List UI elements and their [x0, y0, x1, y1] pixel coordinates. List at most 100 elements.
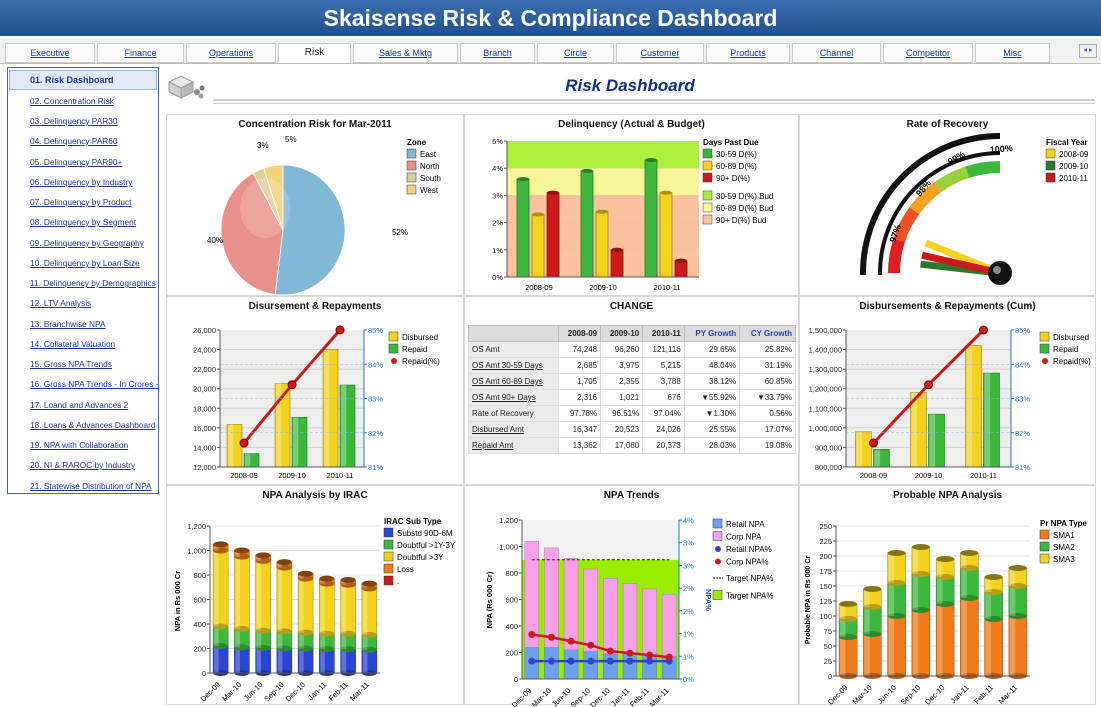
- stacked-bar-segment: [622, 583, 638, 655]
- legend-entry: North: [420, 162, 440, 171]
- row-label-link[interactable]: Repaid Amt: [468, 437, 559, 454]
- sidebar-item[interactable]: 21. Statewise Distribution of NPA: [30, 481, 158, 491]
- sidebar-item[interactable]: 18. Loans & Advances Dashboard: [30, 420, 158, 430]
- tab-finance[interactable]: Finance: [97, 43, 184, 63]
- sidebar-item[interactable]: 03. Delinquency PAR30: [30, 116, 158, 126]
- row-label-link[interactable]: Disbursed Amt: [468, 421, 559, 438]
- bar-highlight: [856, 431, 863, 467]
- recovery-gauge-chart: 97%98%99%100%Fiscal Year2008-092009-1020…: [859, 133, 1089, 285]
- legend-swatch: [712, 531, 723, 541]
- sidebar-item[interactable]: 09. Delinquency by Geography: [30, 238, 158, 248]
- bar-highlight: [985, 619, 992, 676]
- bar-highlight: [228, 424, 234, 467]
- tick-label: 150: [819, 582, 832, 591]
- category-label: Sep-10: [899, 683, 922, 706]
- sidebar-item[interactable]: 13. Branchwise NPA: [30, 319, 158, 329]
- bar-cap: [645, 158, 657, 163]
- tab-customer[interactable]: Customer: [616, 43, 704, 63]
- sidebar-item[interactable]: 14. Collateral Valuation: [30, 339, 158, 349]
- dashboard-icon: [167, 70, 207, 100]
- category-label: Jan-11: [306, 680, 328, 702]
- stacked-bar-segment: [603, 653, 618, 680]
- legend-entry: Doubtful >3Y: [397, 553, 444, 562]
- sidebar-item[interactable]: 11. Delinquency by Demographics: [30, 278, 158, 288]
- legend-entry: South: [420, 174, 441, 183]
- tab-operations[interactable]: Operations: [186, 43, 276, 63]
- line-marker: [606, 657, 614, 665]
- table-cell: 0.56%: [739, 405, 796, 422]
- table-cell: 20,523: [600, 421, 644, 438]
- tick-label: 16,000: [193, 424, 216, 433]
- sidebar-item[interactable]: 08. Delinquency by Segment: [30, 217, 158, 227]
- row-label-link[interactable]: OS Amt 60-89 Days: [468, 373, 559, 390]
- bar-highlight: [214, 646, 219, 673]
- tab-scroll-arrows[interactable]: ◂ ▸: [1079, 44, 1097, 58]
- table-cell: 1,021: [600, 389, 644, 406]
- tick-label: 82%: [1015, 429, 1030, 438]
- tab-branch[interactable]: Branch: [460, 43, 535, 63]
- pie-slice: [274, 164, 346, 296]
- bar-highlight: [1009, 586, 1016, 616]
- bar-highlight: [299, 578, 304, 633]
- row-label-link[interactable]: OS Amt 90+ Days: [468, 389, 559, 406]
- tick-label: 2%: [492, 219, 503, 228]
- sidebar-item[interactable]: 10. Delinquency by Loan Size: [30, 258, 158, 268]
- sidebar-item[interactable]: 17. Loand and Advances 2: [30, 400, 158, 410]
- bar: [595, 211, 609, 278]
- sidebar-item[interactable]: 20. NI & RAROC by Industry: [30, 460, 158, 470]
- sidebar-item[interactable]: 04. Delinquency PAR60: [30, 136, 158, 146]
- category-label: 2009-10: [589, 283, 617, 292]
- tab-risk[interactable]: Risk: [278, 43, 351, 63]
- legend-swatch: [702, 172, 713, 183]
- sidebar-item[interactable]: 15. Gross NPA Trends: [30, 359, 158, 369]
- row-label-link[interactable]: OS Amt 30-59 Days: [468, 357, 559, 374]
- tab-executive[interactable]: Executive: [5, 43, 95, 63]
- legend-swatch: [1045, 148, 1056, 159]
- table-cell: ▼1.30%: [683, 405, 741, 422]
- tab-misc[interactable]: Misc: [975, 43, 1050, 63]
- sidebar-item[interactable]: 19. NPA with Collaboration: [30, 440, 158, 450]
- category-label: Mar-11: [348, 680, 371, 703]
- table-cell: 676: [642, 389, 685, 406]
- bar-highlight: [937, 577, 943, 604]
- legend-swatch: [1039, 541, 1050, 552]
- tab-channel[interactable]: Channel: [792, 43, 881, 63]
- sidebar-item[interactable]: 05. Delinquency PAR90+: [30, 157, 158, 167]
- line-marker: [606, 647, 614, 655]
- tick-label: 85%: [368, 326, 383, 335]
- bar-highlight: [277, 648, 283, 673]
- sidebar-item[interactable]: 07. Delinquency by Product: [30, 197, 158, 207]
- tick-label: 50: [824, 642, 832, 651]
- panel-npa-irac: NPA Analysis by IRAC 0 200 400 600 800 1,000 1…: [166, 485, 464, 705]
- category-label: Dec-10: [588, 686, 611, 707]
- bar-highlight: [235, 556, 240, 629]
- sidebar-item[interactable]: 16. Gross NPA Trends - In Crores -: [30, 379, 158, 389]
- tick-label: 400: [193, 620, 206, 629]
- tab-products[interactable]: Products: [706, 43, 790, 63]
- y2-axis-label: NPA%: [704, 589, 713, 611]
- tab-sales-mktg[interactable]: Sales & Mktg: [353, 43, 458, 63]
- legend-entry: SMA1: [1053, 531, 1075, 540]
- divider: [213, 103, 1095, 104]
- column-header: PY Growth: [683, 325, 741, 342]
- column-header: CY Growth: [739, 325, 796, 342]
- sidebar-item-risk-dashboard[interactable]: 01. Risk Dashboard: [9, 70, 157, 90]
- tick-label: 1%: [683, 652, 694, 661]
- tab-competitor[interactable]: Competitor: [883, 43, 973, 63]
- tab-circle[interactable]: Circle: [537, 43, 614, 63]
- bar-top-cap: [863, 586, 882, 592]
- tick-label: 175: [819, 567, 832, 576]
- table-row: OS Amt 74,248 96,260 121,116 29.65% 25.82%: [468, 341, 796, 358]
- legend-swatch: [388, 331, 399, 342]
- legend-entry: 30-59 D(%): [716, 150, 757, 159]
- npa-irac-bar-chart: 0 200 400 600 800 1,000 1,200 Dec-09Mar-10Jun-1…: [173, 517, 456, 704]
- concentration-pie-chart: 52% 40% 3% 5% Zone East North South West: [207, 135, 441, 296]
- sidebar-item[interactable]: 12. LTV Analysis: [30, 298, 158, 308]
- table-cell: 29.65%: [683, 341, 741, 358]
- table-cell: 60.85%: [739, 373, 796, 390]
- sidebar-item[interactable]: 06. Delinquency by Industry: [30, 177, 158, 187]
- sidebar-item[interactable]: 02. Concentration Risk: [30, 96, 158, 106]
- bar: [546, 192, 560, 278]
- stacked-bar-segment: [603, 578, 618, 655]
- legend-entry: 30-59 D(%) Bud: [716, 192, 773, 201]
